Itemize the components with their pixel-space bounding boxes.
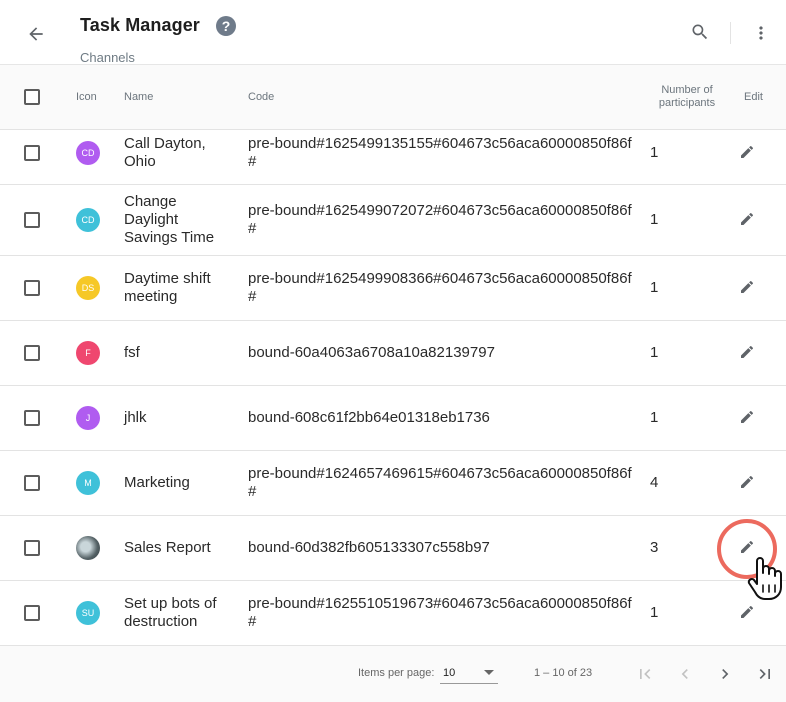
participant-count: 1	[650, 144, 659, 161]
channel-name: Sales Report	[124, 539, 211, 556]
column-header-edit: Edit	[744, 91, 763, 103]
back-button[interactable]	[22, 20, 50, 48]
channel-name: fsf	[124, 344, 140, 361]
channel-name: Set up bots of destruction	[124, 595, 217, 630]
more-vert-icon	[759, 26, 763, 40]
column-header-icon: Icon	[76, 91, 97, 103]
first-page-button[interactable]	[634, 663, 656, 685]
chevron-right-icon	[722, 669, 729, 679]
first-page-icon	[640, 669, 651, 679]
table-row[interactable]: CD Call Dayton, Ohio pre-bound#162549913…	[0, 130, 786, 185]
edit-button[interactable]	[736, 536, 758, 558]
channel-name: Daytime shift meeting	[124, 270, 211, 305]
channel-code: pre-bound#1625499908366#604673c56aca6000…	[248, 270, 632, 305]
channel-avatar: SU	[76, 601, 100, 625]
table-row[interactable]: Sales Report bound-60d382fb605133307c558…	[0, 516, 786, 581]
channel-code: bound-60d382fb605133307c558b97	[248, 539, 490, 556]
edit-button[interactable]	[736, 276, 758, 298]
channel-name: Marketing	[124, 474, 190, 491]
channel-code: pre-bound#1625510519673#604673c56aca6000…	[248, 595, 632, 630]
edit-button[interactable]	[736, 141, 758, 163]
next-page-button[interactable]	[714, 663, 736, 685]
pencil-icon	[741, 212, 754, 225]
last-page-button[interactable]	[754, 663, 776, 685]
channel-code: bound-60a4063a6708a10a82139797	[248, 344, 495, 361]
participant-count: 4	[650, 474, 659, 491]
channel-avatar-photo	[76, 536, 100, 560]
channel-avatar: CD	[76, 208, 100, 232]
channel-avatar: J	[76, 406, 100, 430]
table-row[interactable]: M Marketing pre-bound#1624657469615#6046…	[0, 451, 786, 516]
row-checkbox[interactable]	[24, 145, 40, 161]
row-checkbox[interactable]	[24, 605, 40, 621]
items-per-page-select[interactable]: 10	[440, 662, 498, 684]
chevron-left-icon	[681, 669, 688, 679]
row-checkbox[interactable]	[24, 475, 40, 491]
table-row[interactable]: F fsf bound-60a4063a6708a10a82139797 1	[0, 321, 786, 386]
pencil-icon	[741, 605, 754, 618]
participant-count: 1	[650, 344, 659, 361]
row-checkbox[interactable]	[24, 345, 40, 361]
column-header-code[interactable]: Code	[248, 91, 274, 103]
pencil-icon	[741, 280, 754, 293]
items-per-page-label: Items per page:	[358, 667, 435, 679]
channel-avatar: F	[76, 341, 100, 365]
pencil-icon	[741, 345, 754, 358]
help-icon[interactable]: ?	[216, 16, 236, 36]
participant-count: 1	[650, 279, 659, 296]
dropdown-caret-icon	[484, 670, 494, 675]
table-row[interactable]: DS Daytime shift meeting pre-bound#16254…	[0, 256, 786, 321]
page-title: Task Manager	[80, 15, 200, 35]
arrow-left-icon	[29, 27, 43, 41]
row-checkbox[interactable]	[24, 212, 40, 228]
pencil-icon	[741, 540, 754, 553]
edit-button[interactable]	[736, 471, 758, 493]
pencil-icon	[741, 475, 754, 488]
channel-name: jhlk	[124, 409, 147, 426]
participant-count: 1	[650, 211, 659, 228]
pencil-icon	[741, 145, 754, 158]
channel-code: pre-bound#1624657469615#604673c56aca6000…	[248, 465, 632, 500]
pencil-icon	[741, 410, 754, 423]
edit-button[interactable]	[736, 208, 758, 230]
table-row[interactable]: SU Set up bots of destruction pre-bound#…	[0, 581, 786, 646]
more-options-button[interactable]	[750, 20, 772, 46]
row-checkbox[interactable]	[24, 410, 40, 426]
channel-name: Call Dayton, Ohio	[124, 135, 206, 170]
page-range-label: 1 – 10 of 23	[534, 667, 593, 679]
row-checkbox[interactable]	[24, 280, 40, 296]
edit-button[interactable]	[736, 341, 758, 363]
last-page-icon	[759, 669, 770, 679]
channel-avatar: CD	[76, 141, 100, 165]
edit-button[interactable]	[736, 601, 758, 623]
channel-code: bound-608c61f2bb64e01318eb1736	[248, 409, 490, 426]
app-header: Task Manager ? Channels	[0, 0, 786, 65]
channel-avatar: M	[76, 471, 100, 495]
channel-name: Change Daylight Savings Time	[124, 193, 215, 246]
table-row[interactable]: J jhlk bound-608c61f2bb64e01318eb1736 1	[0, 386, 786, 451]
column-header-participants[interactable]: Number of participants	[648, 84, 726, 110]
search-button[interactable]	[688, 20, 712, 44]
select-all-checkbox[interactable]	[24, 89, 40, 105]
column-header-name[interactable]: Name	[124, 91, 153, 103]
participant-count: 1	[650, 604, 659, 621]
previous-page-button[interactable]	[674, 663, 696, 685]
items-per-page-value: 10	[443, 667, 456, 679]
toolbar-divider	[730, 22, 731, 44]
participant-count: 3	[650, 539, 659, 556]
table-row[interactable]: CD Change Daylight Savings Time pre-boun…	[0, 185, 786, 256]
search-icon	[692, 24, 708, 40]
channel-code: pre-bound#1625499072072#604673c56aca6000…	[248, 202, 632, 237]
participant-count: 1	[650, 409, 659, 426]
page-subtitle: Channels	[80, 50, 135, 65]
edit-button[interactable]	[736, 406, 758, 428]
paginator: Items per page: 10 1 – 10 of 23	[0, 646, 786, 702]
channel-avatar: DS	[76, 276, 100, 300]
table-header: Icon Name Code Number of participants Ed…	[0, 65, 786, 130]
channel-code: pre-bound#1625499135155#604673c56aca6000…	[248, 135, 632, 170]
row-checkbox[interactable]	[24, 540, 40, 556]
